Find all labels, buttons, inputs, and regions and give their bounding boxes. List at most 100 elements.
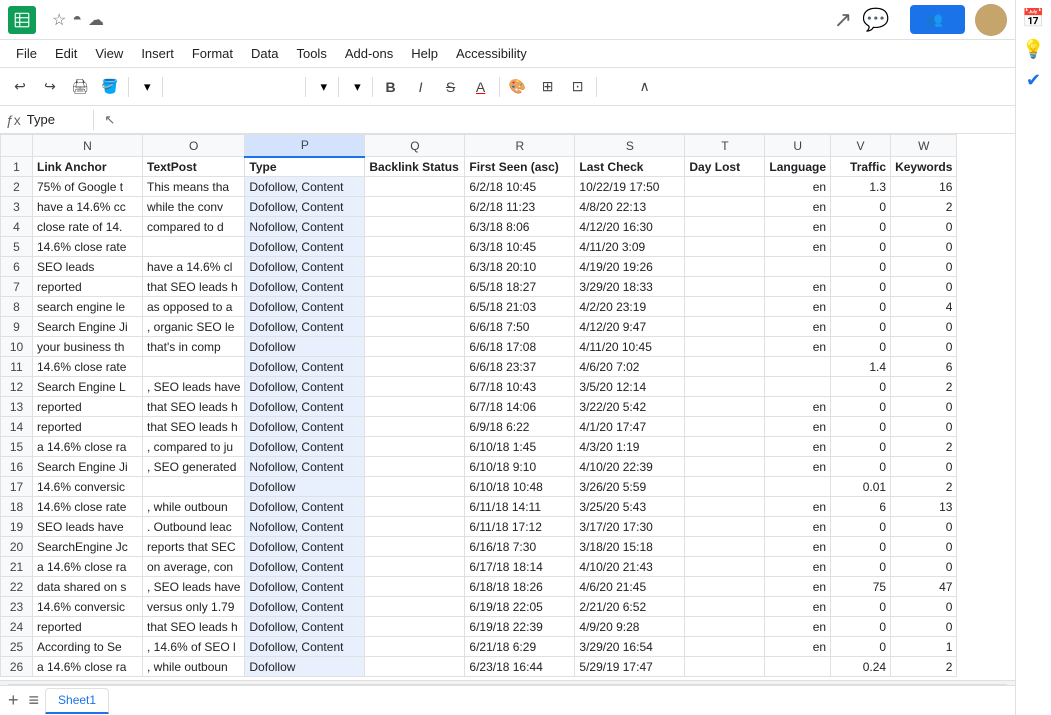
- table-cell[interactable]: 0: [891, 597, 957, 617]
- col-header-o[interactable]: O: [143, 135, 245, 157]
- table-cell[interactable]: 6/5/18 18:27: [465, 277, 575, 297]
- table-cell[interactable]: [143, 477, 245, 497]
- table-cell[interactable]: [365, 517, 465, 537]
- table-cell[interactable]: that SEO leads h: [143, 417, 245, 437]
- table-cell[interactable]: [765, 477, 831, 497]
- menu-item-format[interactable]: Format: [184, 44, 241, 63]
- table-cell[interactable]: Dofollow, Content: [245, 177, 365, 197]
- table-cell[interactable]: 4/6/20 21:45: [575, 577, 685, 597]
- table-cell[interactable]: 0: [891, 397, 957, 417]
- table-cell[interactable]: [365, 297, 465, 317]
- explore-button[interactable]: ↗: [834, 7, 852, 33]
- table-cell[interactable]: [143, 357, 245, 377]
- table-cell[interactable]: 0: [831, 197, 891, 217]
- table-cell[interactable]: , 14.6% of SEO l: [143, 637, 245, 657]
- col-header-t[interactable]: T: [685, 135, 765, 157]
- table-cell[interactable]: 3/25/20 5:43: [575, 497, 685, 517]
- table-cell[interactable]: en: [765, 557, 831, 577]
- table-cell[interactable]: [365, 417, 465, 437]
- table-cell[interactable]: 6/10/18 9:10: [465, 457, 575, 477]
- table-cell[interactable]: [365, 257, 465, 277]
- col-header-n[interactable]: N: [33, 135, 143, 157]
- table-cell[interactable]: 4/3/20 1:19: [575, 437, 685, 457]
- table-cell[interactable]: [685, 537, 765, 557]
- cell-reference-input[interactable]: [27, 112, 87, 127]
- table-cell[interactable]: Dofollow, Content: [245, 237, 365, 257]
- table-cell[interactable]: 6/5/18 21:03: [465, 297, 575, 317]
- table-cell[interactable]: [365, 597, 465, 617]
- table-cell[interactable]: a 14.6% close ra: [33, 657, 143, 677]
- table-cell[interactable]: 4/11/20 3:09: [575, 237, 685, 257]
- table-cell[interactable]: en: [765, 197, 831, 217]
- menu-item-file[interactable]: File: [8, 44, 45, 63]
- col-header-s[interactable]: S: [575, 135, 685, 157]
- table-cell[interactable]: en: [765, 577, 831, 597]
- table-cell[interactable]: 6/10/18 1:45: [465, 437, 575, 457]
- table-cell[interactable]: 16: [891, 177, 957, 197]
- table-cell[interactable]: 0.01: [831, 477, 891, 497]
- table-cell[interactable]: [685, 617, 765, 637]
- table-cell[interactable]: 4/2/20 23:19: [575, 297, 685, 317]
- table-cell[interactable]: 0: [831, 377, 891, 397]
- table-cell[interactable]: Dofollow, Content: [245, 417, 365, 437]
- comment-button[interactable]: 💬: [862, 7, 889, 33]
- table-cell[interactable]: Dofollow, Content: [245, 297, 365, 317]
- table-cell[interactable]: 6/7/18 14:06: [465, 397, 575, 417]
- table-cell[interactable]: [365, 357, 465, 377]
- format-number-dropdown[interactable]: [287, 74, 301, 100]
- table-cell[interactable]: 0: [831, 417, 891, 437]
- italic-button[interactable]: I: [407, 74, 435, 100]
- table-cell[interactable]: 3/5/20 12:14: [575, 377, 685, 397]
- table-cell[interactable]: Dofollow, Content: [245, 317, 365, 337]
- sheet-scroll[interactable]: NOPQRSTUVW 1Link AnchorTextPostTypeBackl…: [0, 134, 1015, 680]
- table-cell[interactable]: 0: [831, 337, 891, 357]
- table-cell[interactable]: [765, 257, 831, 277]
- table-cell[interactable]: Search Engine Ji: [33, 457, 143, 477]
- table-cell[interactable]: Dofollow, Content: [245, 277, 365, 297]
- table-cell[interactable]: [685, 337, 765, 357]
- menu-item-data[interactable]: Data: [243, 44, 286, 63]
- cloud-icon[interactable]: ☁: [88, 10, 104, 30]
- merge-button[interactable]: ⊡: [564, 74, 592, 100]
- table-cell[interactable]: 3/29/20 18:33: [575, 277, 685, 297]
- table-cell[interactable]: , while outboun: [143, 497, 245, 517]
- table-cell[interactable]: [685, 597, 765, 617]
- table-cell[interactable]: 75: [831, 577, 891, 597]
- table-cell[interactable]: Type: [245, 157, 365, 177]
- table-cell[interactable]: [685, 397, 765, 417]
- check-icon[interactable]: ✔: [1026, 70, 1041, 91]
- table-cell[interactable]: 4/10/20 21:43: [575, 557, 685, 577]
- table-cell[interactable]: [685, 257, 765, 277]
- table-cell[interactable]: en: [765, 517, 831, 537]
- table-cell[interactable]: [685, 657, 765, 677]
- col-header-w[interactable]: W: [891, 135, 957, 157]
- table-cell[interactable]: en: [765, 537, 831, 557]
- table-cell[interactable]: Dofollow, Content: [245, 557, 365, 577]
- table-cell[interactable]: [685, 277, 765, 297]
- table-cell[interactable]: 0: [891, 337, 957, 357]
- table-cell[interactable]: 0: [891, 417, 957, 437]
- redo-button[interactable]: ↪: [36, 74, 64, 100]
- table-cell[interactable]: [765, 657, 831, 677]
- table-cell[interactable]: 6/11/18 14:11: [465, 497, 575, 517]
- table-cell[interactable]: 0.24: [831, 657, 891, 677]
- table-cell[interactable]: reports that SEC: [143, 537, 245, 557]
- table-cell[interactable]: [685, 457, 765, 477]
- table-cell[interactable]: 4/10/20 22:39: [575, 457, 685, 477]
- table-cell[interactable]: 6/17/18 18:14: [465, 557, 575, 577]
- table-cell[interactable]: [685, 217, 765, 237]
- table-cell[interactable]: Dofollow, Content: [245, 197, 365, 217]
- star-icon[interactable]: ☆: [52, 10, 66, 30]
- table-cell[interactable]: 6/10/18 10:48: [465, 477, 575, 497]
- table-cell[interactable]: on average, con: [143, 557, 245, 577]
- user-avatar[interactable]: [975, 4, 1007, 36]
- table-cell[interactable]: 6/2/18 10:45: [465, 177, 575, 197]
- table-cell[interactable]: [365, 457, 465, 477]
- table-cell[interactable]: [685, 417, 765, 437]
- col-header-q[interactable]: Q: [365, 135, 465, 157]
- table-cell[interactable]: 3/26/20 5:59: [575, 477, 685, 497]
- table-cell[interactable]: [765, 357, 831, 377]
- table-cell[interactable]: 10/22/19 17:50: [575, 177, 685, 197]
- table-cell[interactable]: [365, 617, 465, 637]
- table-cell[interactable]: 0: [891, 257, 957, 277]
